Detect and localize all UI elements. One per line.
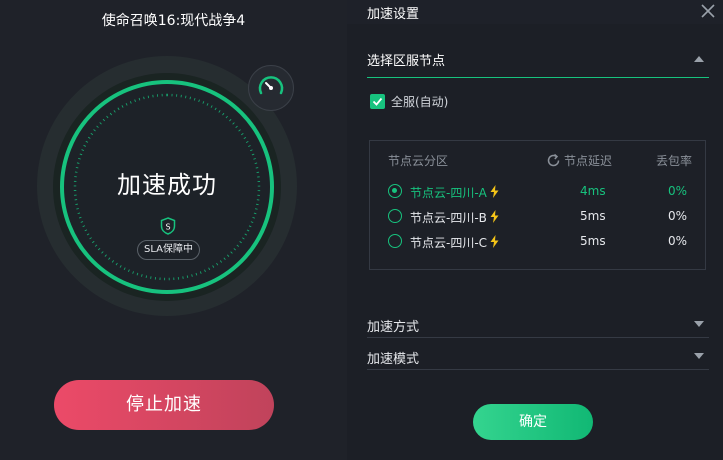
accelerator-status-panel: 使命召唤16:现代战争4 加速成功 S SLA保障中 停止加速	[0, 0, 347, 460]
lightning-icon	[490, 185, 499, 198]
all-servers-label: 全服(自动)	[391, 94, 449, 109]
acceleration-method-label: 加速方式	[367, 320, 420, 335]
delay-header-label: 节点延迟	[564, 154, 613, 168]
node-name: 节点云-四川-B	[410, 211, 487, 225]
chevron-down-icon	[694, 353, 704, 359]
chevron-up-icon	[694, 56, 704, 62]
node-delay: 5ms	[580, 209, 606, 223]
header-packet-loss: 丢包率	[656, 154, 693, 168]
acceleration-status: 加速成功	[117, 171, 217, 199]
node-radio[interactable]	[388, 209, 402, 223]
check-icon	[370, 93, 385, 109]
sla-badge: SLA保障中	[137, 240, 200, 260]
node-loss: 0%	[668, 184, 688, 198]
header-node-delay[interactable]: 节点延迟	[546, 152, 612, 169]
node-loss: 0%	[668, 234, 688, 248]
acceleration-settings-panel: 加速设置 选择区服节点 全服(自动) 节点云分区 节点延迟 丢包率 节点云-四川…	[347, 0, 723, 460]
speedometer-button[interactable]	[248, 65, 294, 111]
node-row[interactable]: 节点云-四川-A 4ms 0%	[388, 183, 698, 201]
node-name: 节点云-四川-A	[410, 186, 487, 200]
node-row[interactable]: 节点云-四川-B 5ms 0%	[388, 208, 698, 226]
refresh-icon[interactable]	[546, 153, 561, 168]
node-name: 节点云-四川-C	[410, 236, 488, 250]
node-radio[interactable]	[388, 184, 402, 198]
close-icon[interactable]	[699, 2, 717, 20]
lightning-icon	[490, 210, 499, 223]
speedometer-icon	[258, 76, 284, 95]
all-servers-checkbox[interactable]: 全服(自动)	[370, 93, 448, 109]
stop-acceleration-button[interactable]: 停止加速	[54, 380, 274, 430]
header-node-zone: 节点云分区	[388, 154, 449, 168]
node-table: 节点云分区 节点延迟 丢包率 节点云-四川-A 4ms 0% 节点云-四川-B	[369, 140, 706, 270]
node-radio[interactable]	[388, 234, 402, 248]
shield-letter: S	[165, 223, 170, 232]
acceleration-mode-label: 加速模式	[367, 352, 420, 367]
node-delay: 5ms	[580, 234, 606, 248]
lightning-icon	[490, 235, 499, 248]
node-row[interactable]: 节点云-四川-C 5ms 0%	[388, 233, 698, 251]
node-loss: 0%	[668, 209, 688, 223]
acceleration-mode-select[interactable]: 加速模式	[367, 342, 709, 370]
node-delay: 4ms	[580, 184, 606, 198]
region-node-select[interactable]: 选择区服节点	[367, 50, 709, 78]
region-node-label: 选择区服节点	[367, 54, 446, 69]
chevron-down-icon	[694, 321, 704, 327]
shield-icon: S	[160, 217, 176, 235]
acceleration-method-select[interactable]: 加速方式	[367, 310, 709, 338]
settings-title: 加速设置	[367, 7, 420, 22]
confirm-button[interactable]: 确定	[473, 404, 593, 440]
